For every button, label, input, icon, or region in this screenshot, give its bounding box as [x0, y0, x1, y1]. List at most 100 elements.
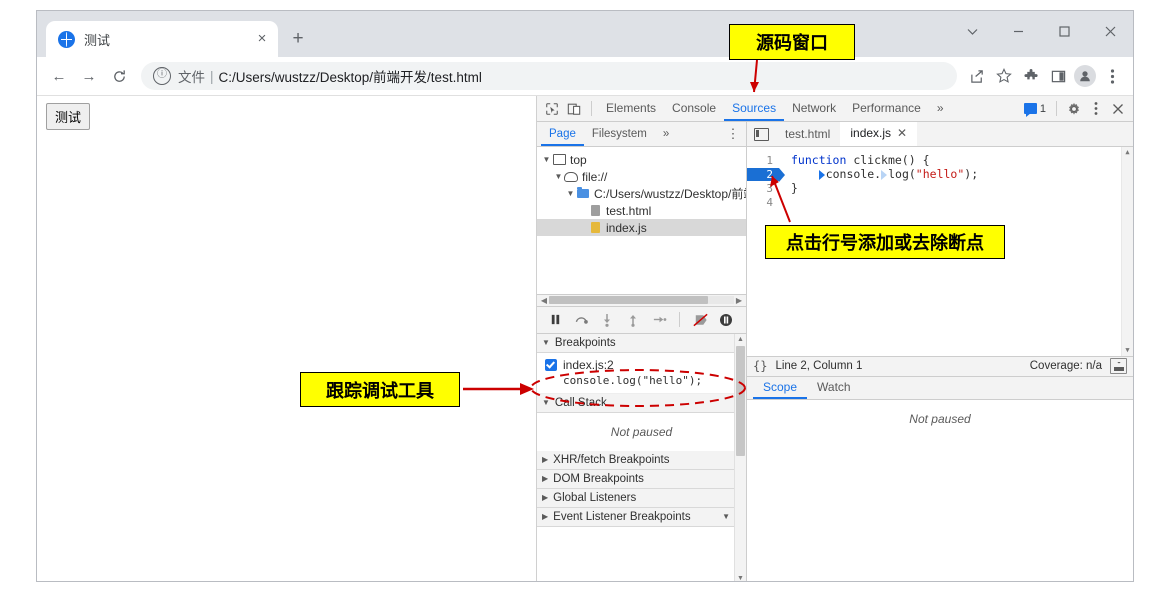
subtab-more-icon[interactable]: »	[655, 122, 677, 146]
tree-item-top[interactable]: ▼ top	[537, 151, 746, 168]
devtools-left-column: Page Filesystem » ⋮ ▼ top ▼ file:// ▼ C:…	[537, 122, 747, 581]
devtools-tab-network[interactable]: Network	[784, 96, 844, 121]
maximize-icon[interactable]	[1041, 11, 1087, 51]
caret-right-icon: ▶	[542, 455, 549, 464]
scroll-up-icon[interactable]: ▲	[735, 334, 746, 345]
close-icon[interactable]	[1087, 11, 1133, 51]
step-over-button[interactable]	[569, 309, 593, 331]
scroll-left-icon[interactable]: ◀	[539, 296, 549, 305]
breakpoint-item[interactable]: index.js:2 console.log("hello");	[537, 353, 746, 394]
tree-item-test-html[interactable]: test.html	[537, 202, 746, 219]
message-count: 1	[1039, 102, 1046, 115]
tab-watch[interactable]: Watch	[807, 376, 861, 399]
scrollbar-track[interactable]	[549, 296, 734, 304]
pause-on-exceptions-button[interactable]	[714, 309, 738, 331]
tree-item-index-js[interactable]: index.js	[537, 219, 746, 236]
caret-down-icon: ▼	[542, 398, 550, 407]
panes-scrollbar[interactable]: ▲ ▼	[734, 333, 746, 581]
breakpoint-checkbox[interactable]	[545, 358, 557, 371]
line-number[interactable]: 3	[747, 182, 779, 195]
tree-twisty[interactable]: ▼	[553, 172, 564, 181]
line-number-with-breakpoint[interactable]: 2	[747, 167, 785, 182]
devtools-close-icon[interactable]	[1107, 98, 1129, 120]
back-icon[interactable]: ←	[45, 62, 73, 90]
pane-breakpoints-header[interactable]: ▼ Breakpoints	[537, 333, 746, 353]
scroll-right-icon[interactable]: ▶	[734, 296, 744, 305]
tree-item-label: C:/Users/wustzz/Desktop/前端	[594, 187, 746, 201]
reload-icon[interactable]	[105, 62, 133, 90]
inspect-element-icon[interactable]	[541, 98, 563, 120]
share-icon[interactable]	[964, 63, 990, 89]
devtools-tab-elements[interactable]: Elements	[598, 96, 664, 121]
pane-label: DOM Breakpoints	[553, 472, 644, 485]
bookmark-star-icon[interactable]	[991, 63, 1017, 89]
navigator-menu-icon[interactable]: ⋮	[724, 124, 742, 144]
subtab-page[interactable]: Page	[541, 122, 584, 146]
page-test-button[interactable]: 测试	[46, 103, 91, 130]
profile-avatar[interactable]	[1072, 63, 1098, 89]
devtools-more-tabs-icon[interactable]: »	[929, 96, 952, 121]
step-out-button[interactable]	[621, 309, 645, 331]
new-tab-button[interactable]: +	[284, 25, 312, 53]
device-toolbar-icon[interactable]	[563, 98, 585, 120]
step-into-button[interactable]	[595, 309, 619, 331]
omnibox-url: C:/Users/wustzz/Desktop/前端开发/test.html	[218, 70, 482, 85]
navigator-subtabs: Page Filesystem » ⋮	[537, 122, 746, 147]
pane-call-stack-header[interactable]: ▼ Call Stack	[537, 393, 746, 413]
site-info-icon[interactable]: ⓘ	[153, 67, 171, 85]
editor-tab-test-html[interactable]: test.html	[775, 122, 840, 146]
pane-global-listeners-header[interactable]: ▶ Global Listeners	[537, 488, 746, 508]
tab-scope[interactable]: Scope	[753, 376, 808, 399]
caret-right-icon: ▶	[542, 474, 549, 483]
breakpoint-location: index.js:2	[563, 357, 614, 372]
scrollbar-thumb[interactable]	[549, 296, 709, 304]
caret-right-icon: ▶	[542, 493, 549, 502]
tree-item-file-scheme[interactable]: ▼ file://	[537, 168, 746, 185]
editor-tab-close-icon[interactable]: ✕	[897, 121, 907, 145]
pane-dom-breakpoints-header[interactable]: ▶ DOM Breakpoints	[537, 469, 746, 489]
devtools-tab-console[interactable]: Console	[664, 96, 724, 121]
line-number[interactable]: 1	[747, 154, 779, 167]
scope-empty-message: Not paused	[909, 411, 971, 426]
omnibox-scheme-label: 文件	[178, 70, 205, 85]
navigation-bar: ← → ⓘ 文件 | C:/Users/wustzz/Desktop/前端开发/…	[37, 57, 1133, 95]
extensions-puzzle-icon[interactable]	[1018, 63, 1044, 89]
pane-xhr-breakpoints-header[interactable]: ▶ XHR/fetch Breakpoints	[537, 450, 746, 470]
debugger-panes: ▼ Breakpoints index.js:2 console.log("he…	[537, 333, 746, 581]
devtools-tab-sources[interactable]: Sources	[724, 96, 785, 121]
scroll-down-icon[interactable]: ▼	[735, 573, 746, 581]
tree-item-folder[interactable]: ▼ C:/Users/wustzz/Desktop/前端	[537, 185, 746, 202]
forward-icon[interactable]: →	[75, 62, 103, 90]
browser-tab[interactable]: 测试 ×	[46, 21, 278, 57]
line-number[interactable]: 4	[747, 196, 779, 209]
chrome-menu-icon[interactable]	[1099, 63, 1125, 89]
code-line: 1 function clickme() {	[747, 153, 1133, 167]
call-stack-empty-message: Not paused	[610, 424, 673, 439]
show-navigator-icon[interactable]	[751, 124, 771, 144]
tree-twisty[interactable]: ▼	[565, 189, 576, 198]
navigator-horizontal-scrollbar[interactable]: ◀ ▶	[537, 293, 746, 306]
tab-close-icon[interactable]: ×	[254, 31, 270, 47]
scroll-down-icon[interactable]: ▼	[1122, 345, 1133, 356]
format-code-icon[interactable]: {}	[753, 359, 767, 373]
editor-scrollbar[interactable]: ▲ ▼	[1121, 147, 1133, 356]
editor-tab-label: test.html	[785, 127, 831, 141]
settings-gear-icon[interactable]	[1063, 98, 1085, 120]
pane-event-listener-breakpoints-header[interactable]: ▶ Event Listener Breakpoints ▼	[537, 507, 746, 527]
scroll-up-icon[interactable]: ▲	[1122, 147, 1133, 158]
tree-twisty[interactable]: ▼	[541, 155, 552, 164]
minimize-icon[interactable]	[995, 11, 1041, 51]
devtools-tab-performance[interactable]: Performance	[844, 96, 929, 121]
editor-tab-index-js[interactable]: index.js ✕	[840, 121, 918, 146]
pause-resume-button[interactable]	[543, 309, 567, 331]
deactivate-breakpoints-button[interactable]	[688, 309, 712, 331]
devtools-message-badge[interactable]: 1	[1020, 102, 1050, 117]
address-bar[interactable]: ⓘ 文件 | C:/Users/wustzz/Desktop/前端开发/test…	[141, 62, 957, 90]
subtab-filesystem[interactable]: Filesystem	[584, 122, 655, 146]
chevron-down-icon[interactable]	[949, 11, 995, 51]
side-panel-icon[interactable]	[1045, 63, 1071, 89]
devtools-menu-icon[interactable]	[1085, 98, 1107, 120]
dock-to-bottom-icon[interactable]	[1110, 358, 1127, 374]
scrollbar-thumb[interactable]	[736, 345, 745, 456]
step-button[interactable]	[647, 309, 671, 331]
